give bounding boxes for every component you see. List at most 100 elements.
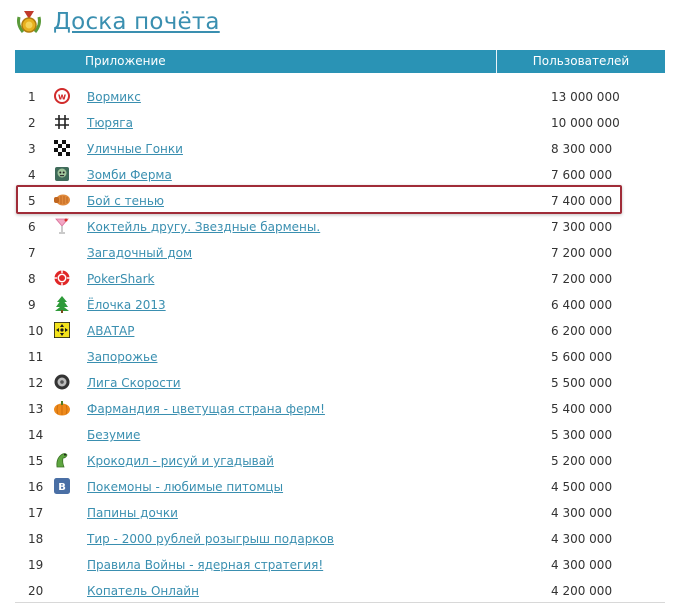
table-row: 2 Тюряга 10 000 000: [15, 110, 665, 136]
app-link[interactable]: АВАТАР: [87, 323, 134, 339]
table-row: 3 Уличные Гонки 8 300 000: [15, 136, 665, 162]
column-header-app: Приложение: [85, 54, 166, 68]
users-count: 4 300 000: [551, 558, 613, 572]
users-count: 5 500 000: [551, 376, 613, 390]
row-rank: 13: [28, 402, 44, 416]
medal-laurel-icon: [17, 11, 41, 33]
app-link[interactable]: PokerShark: [87, 271, 154, 287]
zombie-icon: [53, 165, 71, 183]
apps-table-body: 1 w Вормикс 13 000 000 2 Тюряга 10 000 000 3 Ули…: [15, 84, 665, 604]
app-link[interactable]: Зомби Ферма: [87, 167, 172, 183]
vk-icon: В: [53, 477, 71, 495]
row-rank: 2: [28, 116, 36, 130]
users-count: 4 200 000: [551, 584, 613, 598]
app-link[interactable]: Лига Скорости: [87, 375, 181, 391]
users-count: 10 000 000: [551, 116, 620, 130]
users-count: 5 200 000: [551, 454, 613, 468]
avatar-arrows-icon: [53, 321, 71, 339]
row-rank: 11: [28, 350, 44, 364]
app-link[interactable]: Фармандия - цветущая страна ферм!: [87, 401, 325, 417]
row-rank: 9: [28, 298, 36, 312]
row-rank: 20: [28, 584, 44, 598]
row-icon-empty: [53, 581, 71, 599]
users-count: 7 300 000: [551, 220, 613, 234]
column-header-users: Пользователей: [532, 54, 630, 68]
row-icon-empty: [53, 503, 71, 521]
table-row: 11 Запорожье 5 600 000: [15, 344, 665, 370]
users-count: 8 300 000: [551, 142, 613, 156]
table-row: 1 w Вормикс 13 000 000: [15, 84, 665, 110]
users-count: 5 300 000: [551, 428, 613, 442]
app-link[interactable]: Папины дочки: [87, 505, 178, 521]
table-row: 15 Крокодил - рисуй и угадывай 5 200 000: [15, 448, 665, 474]
row-rank: 10: [28, 324, 44, 338]
table-row: 14 Безумие 5 300 000: [15, 422, 665, 448]
app-link[interactable]: Правила Войны - ядерная стратегия!: [87, 557, 323, 573]
row-rank: 18: [28, 532, 44, 546]
users-count: 6 200 000: [551, 324, 613, 338]
checkered-flag-icon: [53, 139, 71, 157]
app-link[interactable]: Крокодил - рисуй и угадывай: [87, 453, 274, 469]
row-rank: 14: [28, 428, 44, 442]
row-rank: 7: [28, 246, 36, 260]
app-link[interactable]: Тюряга: [87, 115, 133, 131]
wormix-w-icon: w: [53, 87, 71, 105]
users-count: 4 300 000: [551, 506, 613, 520]
row-rank: 17: [28, 506, 44, 520]
app-link[interactable]: Вормикс: [87, 89, 141, 105]
row-rank: 16: [28, 480, 44, 494]
svg-text:В: В: [58, 482, 66, 493]
row-icon-empty: [53, 347, 71, 365]
app-link[interactable]: Безумие: [87, 427, 140, 443]
users-count: 7 200 000: [551, 246, 613, 260]
users-count: 6 400 000: [551, 298, 613, 312]
row-rank: 4: [28, 168, 36, 182]
users-count: 5 600 000: [551, 350, 613, 364]
table-row: 7 Загадочный дом 7 200 000: [15, 240, 665, 266]
row-rank: 1: [28, 90, 36, 104]
pumpkin-icon: [53, 399, 71, 417]
app-link[interactable]: Загадочный дом: [87, 245, 192, 261]
table-row: 20 Копатель Онлайн 4 200 000: [15, 578, 665, 604]
crocodile-icon: [53, 451, 71, 469]
row-rank: 15: [28, 454, 44, 468]
app-link[interactable]: Уличные Гонки: [87, 141, 183, 157]
app-link[interactable]: Покемоны - любимые питомцы: [87, 479, 283, 495]
bottom-divider: [15, 602, 665, 603]
app-link[interactable]: Тир - 2000 рублей розыгрыш подарков: [87, 531, 334, 547]
page-header: Доска почёта: [14, 5, 220, 39]
row-icon-empty: [53, 555, 71, 573]
table-row: 13 Фармандия - цветущая страна ферм! 5 400…: [15, 396, 665, 422]
app-link[interactable]: Коктейль другу. Звездные бармены.: [87, 219, 320, 235]
table-row: 8 PokerShark 7 200 000: [15, 266, 665, 292]
row-icon-empty: [53, 529, 71, 547]
svg-text:w: w: [58, 93, 66, 103]
cocktail-icon: [53, 217, 71, 235]
hash-icon: [53, 113, 71, 131]
row-rank: 3: [28, 142, 36, 156]
table-row: 16 В Покемоны - любимые питомцы 4 500 000: [15, 474, 665, 500]
row-icon-empty: [53, 243, 71, 261]
table-row: 19 Правила Войны - ядерная стратегия! 4 30…: [15, 552, 665, 578]
app-link[interactable]: Ёлочка 2013: [87, 297, 166, 313]
users-count: 4 500 000: [551, 480, 613, 494]
app-link[interactable]: Копатель Онлайн: [87, 583, 199, 599]
app-link[interactable]: Запорожье: [87, 349, 157, 365]
table-row: 18 Тир - 2000 рублей розыгрыш подарков 4 3…: [15, 526, 665, 552]
users-count: 13 000 000: [551, 90, 620, 104]
table-row: 6 Коктейль другу. Звездные бармены. 7 300 …: [15, 214, 665, 240]
users-count: 5 400 000: [551, 402, 613, 416]
users-count: 4 300 000: [551, 532, 613, 546]
table-row: 10 АВАТАР 6 200 000: [15, 318, 665, 344]
row-rank: 19: [28, 558, 44, 572]
highlighted-row-frame: [16, 185, 622, 214]
row-rank: 12: [28, 376, 44, 390]
page-title[interactable]: Доска почёта: [53, 9, 220, 35]
row-icon-empty: [53, 425, 71, 443]
tire-icon: [53, 373, 71, 391]
users-count: 7 200 000: [551, 272, 613, 286]
row-rank: 8: [28, 272, 36, 286]
row-rank: 6: [28, 220, 36, 234]
christmas-tree-icon: [53, 295, 71, 313]
poker-chip-icon: [53, 269, 71, 287]
